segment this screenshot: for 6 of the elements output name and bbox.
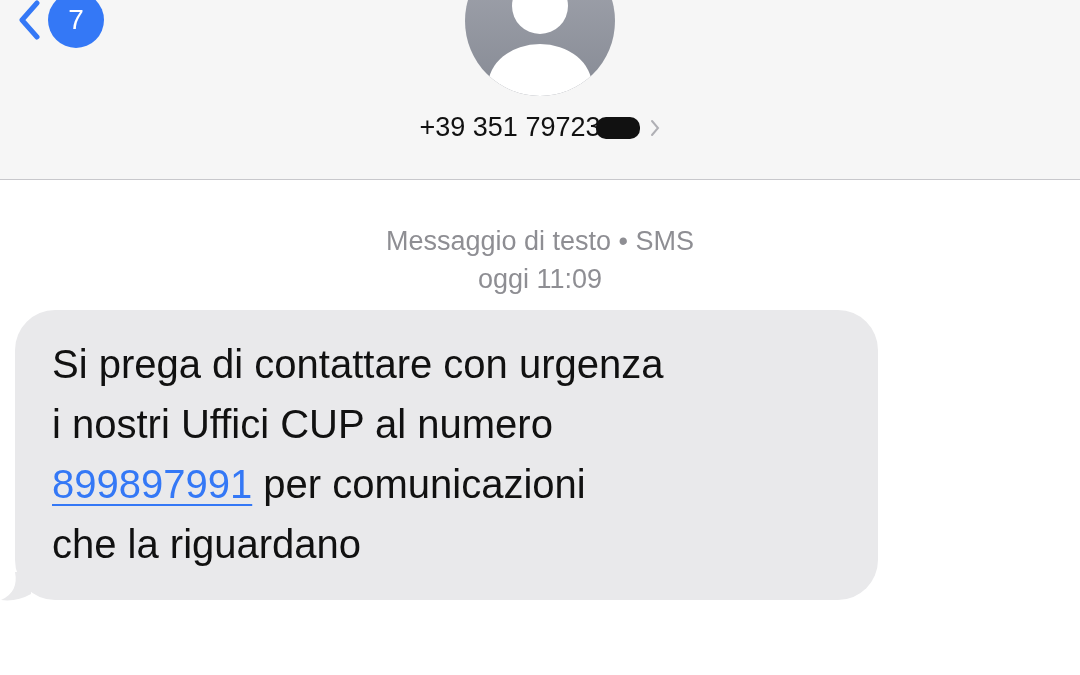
message-time: oggi 11:09	[477, 263, 603, 296]
chevron-icon[interactable]	[650, 118, 661, 137]
service-label: Messaggio di testo • SMS	[385, 225, 695, 258]
back-icon[interactable]	[18, 0, 40, 40]
message-text: Si prega di contattare con urgenza i nostri Uffici CUP al numero 899897991 per comunicazioni che la riguardano	[52, 341, 665, 568]
unread-badge: 7	[48, 0, 104, 48]
